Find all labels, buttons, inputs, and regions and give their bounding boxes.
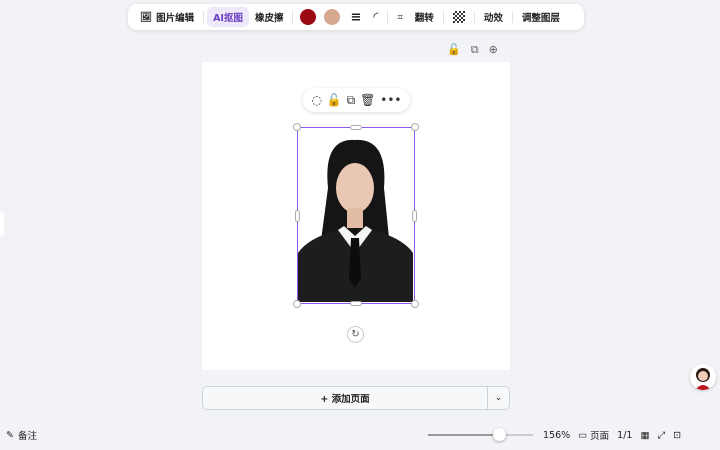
flip-button[interactable]: 翻转 <box>409 7 440 27</box>
adjust-layer-button[interactable]: 调整图层 <box>516 7 566 27</box>
divider <box>203 11 205 23</box>
image-edit-button[interactable]: 🖼 图片编辑 <box>134 7 200 27</box>
pages-label: 页面 <box>590 431 610 442</box>
lock-icon[interactable]: 🔓 <box>447 43 461 57</box>
divider <box>473 11 475 23</box>
resize-handle[interactable] <box>412 210 417 222</box>
grid-view-icon[interactable]: ▦ <box>640 430 649 441</box>
divider <box>442 11 444 23</box>
duplicate-icon[interactable]: ⧉ <box>471 43 479 57</box>
portrait-photo <box>298 128 413 302</box>
zoom-slider[interactable] <box>428 428 533 441</box>
zoom-slider-thumb[interactable] <box>493 428 507 441</box>
divider <box>292 11 294 23</box>
duplicate-icon[interactable]: ⧉ <box>347 93 356 108</box>
crop-icon[interactable]: ⌗ <box>391 9 408 26</box>
resize-handle[interactable] <box>293 300 301 308</box>
assistant-avatar[interactable] <box>690 364 716 390</box>
notes-icon: ✎ <box>6 429 14 441</box>
transparency-icon[interactable] <box>447 8 471 26</box>
sidebar-toggle[interactable] <box>0 212 4 236</box>
element-context-menu: ◌ 🔓 ⧉ 🗑 ••• <box>303 88 410 112</box>
color-swatch-beige[interactable] <box>324 9 341 25</box>
assistant-bot-icon[interactable]: ⊡ <box>673 430 681 441</box>
resize-handle[interactable] <box>350 125 362 130</box>
resize-handle[interactable] <box>293 123 301 131</box>
border-style-icon[interactable]: ≡ <box>344 7 367 28</box>
notes-label: 备注 <box>17 431 37 442</box>
zoom-level: 156% <box>543 429 571 441</box>
resize-handle[interactable] <box>411 300 419 308</box>
avatar-icon <box>695 368 711 390</box>
fullscreen-icon[interactable]: ⤢ <box>657 430 665 441</box>
selected-photo[interactable] <box>293 123 419 308</box>
chevron-down-icon[interactable]: ⌄ <box>487 387 509 409</box>
lock-icon[interactable]: 🔓 <box>327 93 342 107</box>
add-page-button[interactable]: + 添加页面 <box>203 387 487 409</box>
ai-cutout-button[interactable]: AI抠图 <box>207 7 249 27</box>
pages-button[interactable]: ▭ 页面 <box>578 428 610 443</box>
page-actions: 🔓 ⧉ ⊕ <box>447 43 498 57</box>
corner-radius-icon[interactable]: ◜ <box>367 7 384 28</box>
resize-handle[interactable] <box>411 123 419 131</box>
comment-add-icon[interactable]: ◌ <box>311 93 321 107</box>
notes-button[interactable]: ✎ 备注 <box>6 428 37 443</box>
resize-handle[interactable] <box>295 210 300 222</box>
pages-icon: ▭ <box>578 429 588 441</box>
status-bar: ✎ 备注 156% ▭ 页面 1/1 ▦ ⤢ ⊡ <box>0 425 720 445</box>
animation-button[interactable]: 动效 <box>478 7 509 27</box>
image-edit-icon: 🖼 <box>140 11 153 23</box>
divider <box>511 11 513 23</box>
image-edit-label: 图片编辑 <box>156 13 195 24</box>
rotate-icon[interactable]: ↻ <box>347 326 364 343</box>
divider <box>387 11 389 23</box>
eraser-button[interactable]: 橡皮擦 <box>249 7 290 27</box>
more-icon[interactable]: ••• <box>380 93 401 107</box>
page-count: 1/1 <box>617 429 633 441</box>
add-page-icon[interactable]: ⊕ <box>489 43 498 57</box>
resize-handle[interactable] <box>350 301 362 306</box>
trash-icon[interactable]: 🗑 <box>360 93 375 107</box>
add-page-control: + 添加页面 ⌄ <box>202 386 510 410</box>
color-swatch-red[interactable] <box>300 9 317 25</box>
image-toolbar: 🖼 图片编辑 AI抠图 橡皮擦 ≡ ◜ ⌗ 翻转 动效 调整图层 <box>128 4 584 30</box>
